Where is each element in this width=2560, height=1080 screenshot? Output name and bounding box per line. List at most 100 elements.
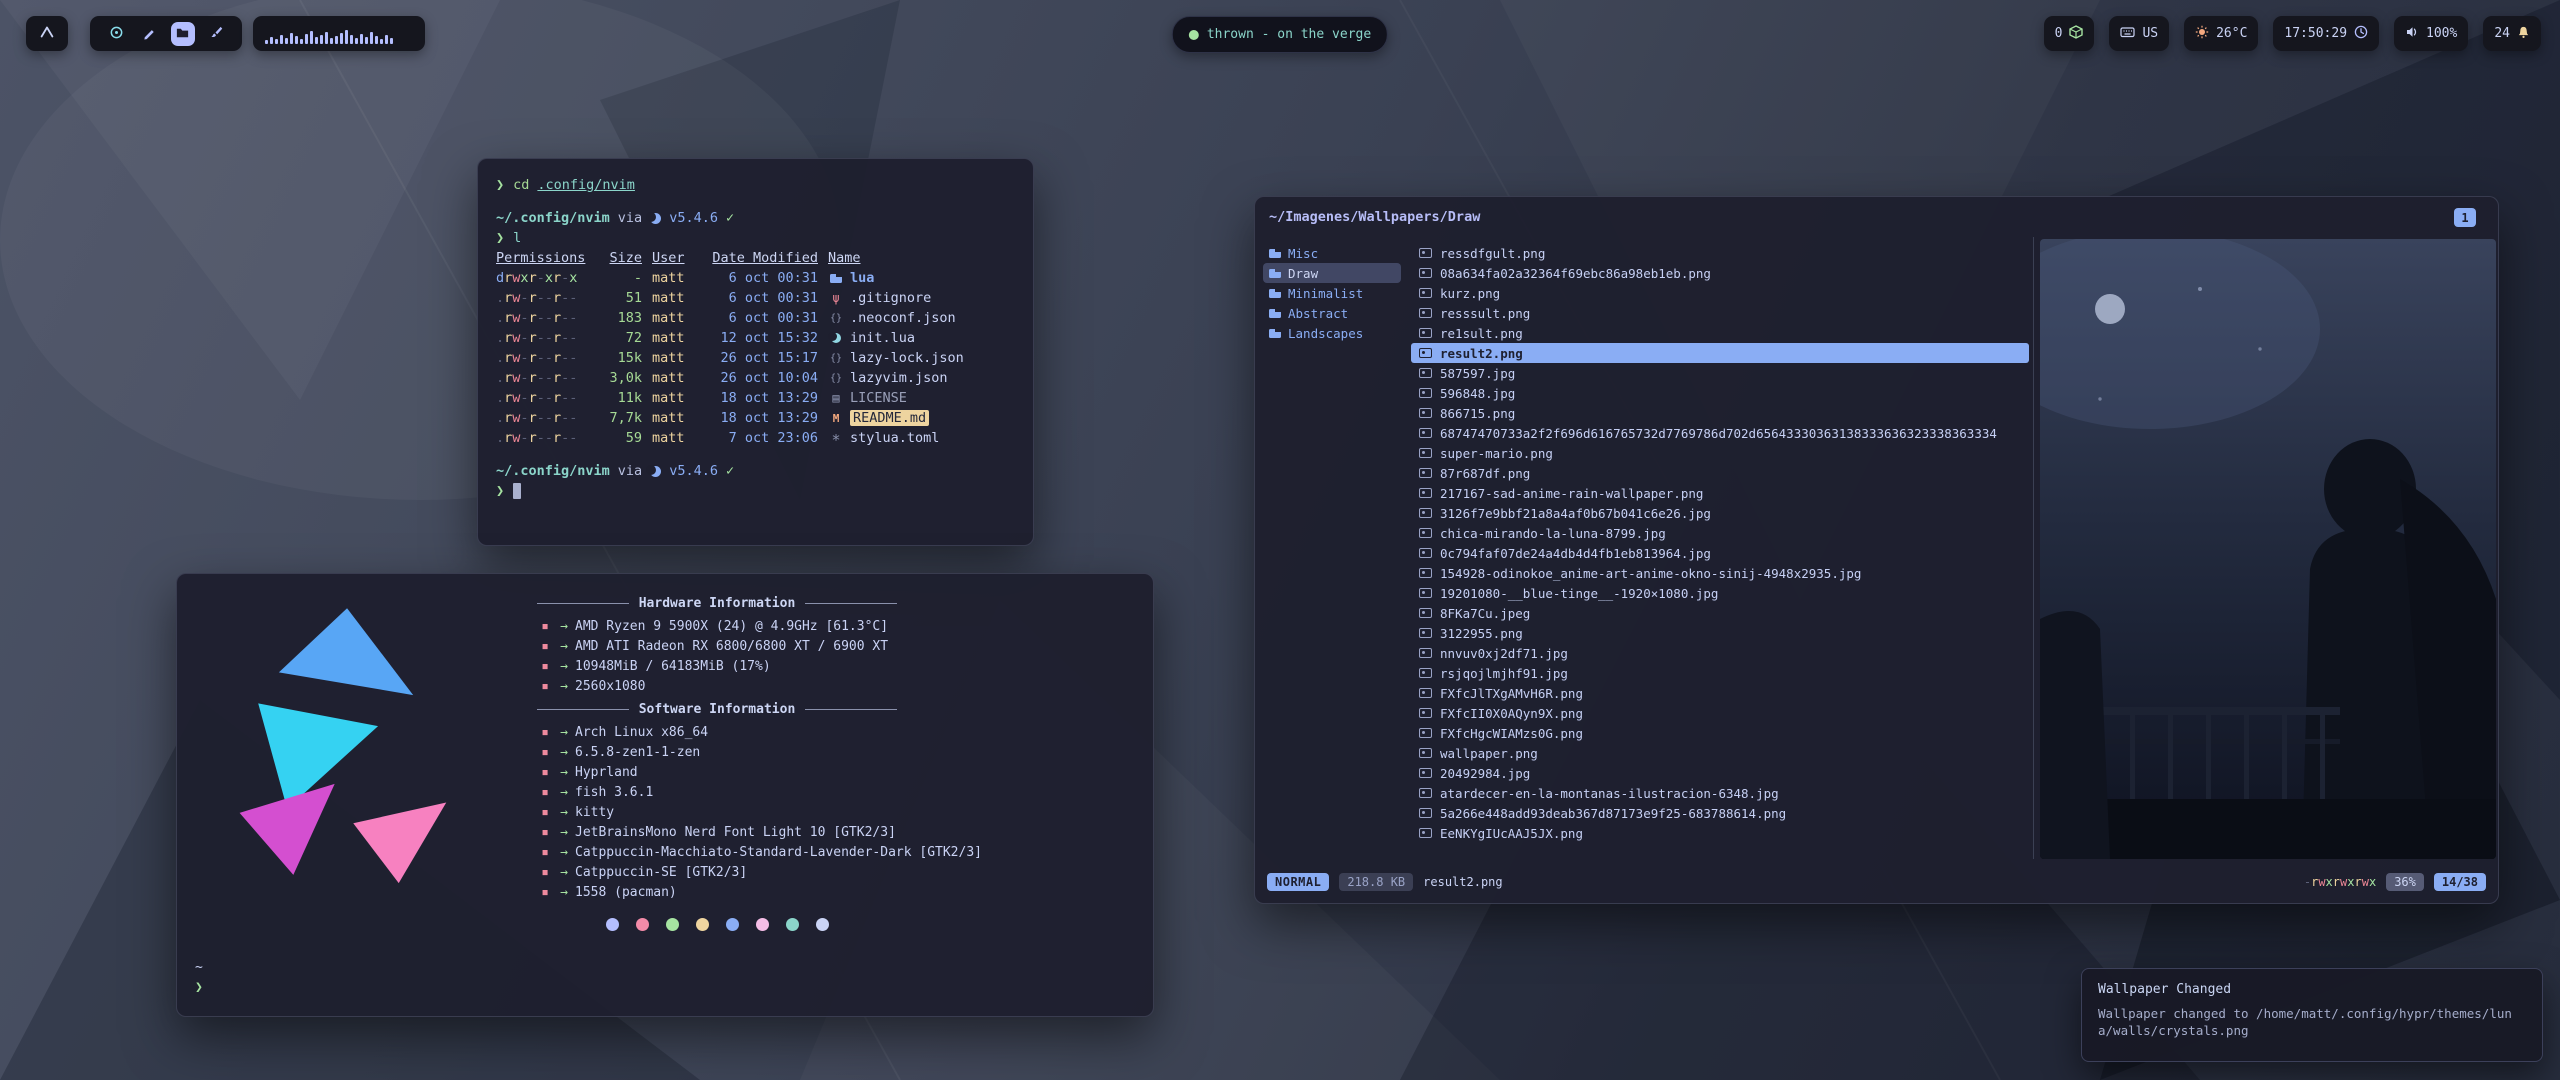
file-item[interactable]: FXfcHgcWIAMzs0G.png (1411, 723, 2029, 743)
image-file-icon (1419, 768, 1432, 778)
file-item[interactable]: 8FKa7Cu.jpeg (1411, 603, 2029, 623)
notification-popup[interactable]: Wallpaper Changed Wallpaper changed to /… (2081, 968, 2543, 1062)
file-item[interactable]: result2.png (1411, 343, 2029, 363)
folder-icon (1269, 249, 1281, 258)
preview-image (2040, 239, 2496, 859)
visualizer-bar (265, 40, 268, 44)
file-item[interactable]: 87r687df.png (1411, 463, 2029, 483)
file-item[interactable]: chica-mirando-la-luna-8799.jpg (1411, 523, 2029, 543)
shell-prompt[interactable]: ~ ❯ (195, 958, 203, 998)
file-permissions: .rw-r--r-- (496, 430, 588, 446)
status-ok-icon: ✓ (726, 463, 734, 479)
file-row: .rw-r--r-- 3,0k matt 26 oct 10:04 lazyvi… (496, 368, 1015, 388)
workspace-1-button[interactable] (105, 22, 129, 46)
image-file-icon (1419, 368, 1432, 378)
info-value: kitty (575, 805, 614, 820)
clock-pill[interactable]: 17:50:29 (2273, 16, 2379, 51)
tab-badge[interactable]: 1 (2454, 208, 2476, 227)
file-item[interactable]: ressdfgult.png (1411, 243, 2029, 263)
terminal-window: ❯cd.config/nvim ~/.config/nvimviav5.4.6✓… (477, 158, 1034, 546)
file-item[interactable]: 154928-odinokoe_anime-art-anime-okno-sin… (1411, 563, 2029, 583)
updates-pill[interactable]: 0 (2044, 16, 2095, 51)
section-title: Hardware Information (639, 596, 796, 611)
image-file-icon (1419, 468, 1432, 478)
file-item[interactable]: 5a266e448add93deab367d87173e9f25-6837886… (1411, 803, 2029, 823)
clock-icon (2354, 25, 2368, 43)
file-item[interactable]: 0c794faf07de24a4db4d4fb1eb813964.jpg (1411, 543, 2029, 563)
info-icon (537, 765, 553, 780)
prompt-cwd: ~ (195, 958, 203, 978)
file-item[interactable]: super-mario.png (1411, 443, 2029, 463)
arrow-icon (553, 619, 575, 634)
visualizer-bar (285, 38, 288, 44)
arrow-icon (553, 639, 575, 654)
file-date: 26 oct 10:04 (706, 370, 818, 386)
keyboard-icon (2120, 26, 2135, 42)
visualizer-bar (315, 37, 318, 44)
image-file-icon (1419, 788, 1432, 798)
file-item[interactable]: 866715.png (1411, 403, 2029, 423)
file-item[interactable]: atardecer-en-la-montanas-ilustracion-634… (1411, 783, 2029, 803)
mode-badge: NORMAL (1267, 873, 1329, 891)
text-cursor (513, 483, 521, 499)
file-item[interactable]: 3122955.png (1411, 623, 2029, 643)
filetype-icon (828, 274, 844, 283)
image-file-icon (1419, 728, 1432, 738)
keyboard-layout-pill[interactable]: US (2109, 16, 2169, 51)
sidebar-directory[interactable]: Misc (1263, 243, 1401, 263)
workspace-2-button[interactable] (138, 22, 162, 46)
file-item[interactable]: EeNKYgIUcAAJ5JX.png (1411, 823, 2029, 843)
file-item[interactable]: 596848.jpg (1411, 383, 2029, 403)
file-item[interactable]: 19201080-__blue-tinge__-1920×1080.jpg (1411, 583, 2029, 603)
command-line: ❯l (496, 228, 1015, 248)
file-item[interactable]: FXfcJlTXgAMvH6R.png (1411, 683, 2029, 703)
prompt-input-line[interactable]: ❯ (496, 481, 1015, 501)
app-launcher-button[interactable] (26, 16, 68, 51)
weather-pill[interactable]: 26°C (2184, 16, 2258, 51)
file-manager-columns: Misc Draw Minimalist Abstract (1255, 237, 2498, 859)
file-item[interactable]: 68747470733a2f2f696d616765732d7769786d70… (1411, 423, 2029, 443)
file-item[interactable]: 08a634fa02a32364f69ebc86a98eb1eb.png (1411, 263, 2029, 283)
file-item[interactable]: rsjqojlmjhf91.jpg (1411, 663, 2029, 683)
file-item[interactable]: wallpaper.png (1411, 743, 2029, 763)
image-file-icon (1419, 828, 1432, 838)
notification-title: Wallpaper Changed (2098, 982, 2526, 997)
sidebar-directory[interactable]: Draw (1263, 263, 1401, 283)
sidebar-directory[interactable]: Minimalist (1263, 283, 1401, 303)
file-size: 11k (598, 390, 642, 406)
sidebar-directory[interactable]: Abstract (1263, 303, 1401, 323)
file-name: ressdfgult.png (1440, 246, 1545, 261)
visualizer-bar (330, 38, 333, 44)
sidebar-directory[interactable]: Landscapes (1263, 323, 1401, 343)
file-item[interactable]: 217167-sad-anime-rain-wallpaper.png (1411, 483, 2029, 503)
file-item[interactable]: FXfcII0X0AQyn9X.png (1411, 703, 2029, 723)
workspace-4-button[interactable] (204, 22, 228, 46)
volume-pill[interactable]: 100% (2394, 16, 2468, 51)
file-item[interactable]: resssult.png (1411, 303, 2029, 323)
file-name: FXfcJlTXgAMvH6R.png (1440, 686, 1583, 701)
info-value: 6.5.8-zen1-1-zen (575, 745, 700, 760)
bell-icon (2517, 25, 2530, 43)
file-item[interactable]: nnvuv0xj2df71.jpg (1411, 643, 2029, 663)
software-info-list: Arch Linux x86_64 6.5.8-zen1-1-zen Hyprl… (537, 722, 1137, 902)
arrow-icon (553, 745, 575, 760)
file-item[interactable]: re1sult.png (1411, 323, 2029, 343)
file-item[interactable]: kurz.png (1411, 283, 2029, 303)
file-item[interactable]: 3126f7e9bbf21a8a4af0b67b041c6e26.jpg (1411, 503, 2029, 523)
image-preview-pane (2034, 237, 2498, 859)
lua-version: v5.4.6 (669, 463, 718, 479)
image-file-icon (1419, 408, 1432, 418)
workspace-3-button[interactable] (171, 22, 195, 46)
file-item[interactable]: 587597.jpg (1411, 363, 2029, 383)
file-name: 3122955.png (1440, 626, 1523, 641)
prompt-via: via (618, 463, 642, 479)
directory-name: Abstract (1288, 306, 1348, 321)
notifications-pill[interactable]: 24 (2483, 16, 2541, 51)
file-item[interactable]: 20492984.jpg (1411, 763, 2029, 783)
file-row: .rw-r--r-- 72 matt 12 oct 15:32 init.lua (496, 328, 1015, 348)
file-name: EeNKYgIUcAAJ5JX.png (1440, 826, 1583, 841)
visualizer-bar (390, 38, 393, 44)
arrow-icon (553, 659, 575, 674)
visualizer-bar (355, 38, 358, 44)
media-player-pill[interactable]: thrown - on the verge (1172, 16, 1388, 53)
